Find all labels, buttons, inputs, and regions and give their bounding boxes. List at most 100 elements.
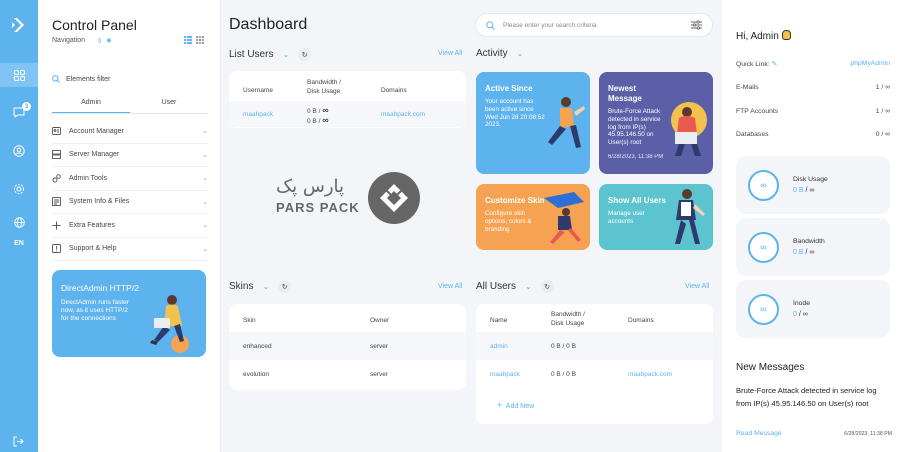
chevron-down-icon[interactable]: ⌄ xyxy=(525,282,532,291)
tab-admin[interactable]: Admin xyxy=(52,96,130,113)
message-text: Brute-Force Attack detected in service l… xyxy=(736,386,877,408)
tab-user[interactable]: User xyxy=(130,96,208,113)
card-title: Newest Message xyxy=(608,84,642,103)
table-row[interactable]: maahpack 0 B / ∞ 0 B / ∞ maahpack.com xyxy=(229,101,466,127)
parspack-logo-icon xyxy=(368,172,420,224)
user-name-link[interactable]: admin xyxy=(490,343,508,350)
person-with-laptop-illustration xyxy=(150,295,189,353)
column-header: Username xyxy=(243,86,273,94)
list-users-title: List Users xyxy=(229,49,274,60)
domain-link[interactable]: maahpack.com xyxy=(381,111,425,118)
watermark-latin-text: PARS PACK xyxy=(276,200,360,215)
language-label[interactable]: EN xyxy=(0,240,38,247)
table-header-row: Username Bandwidth / Disk Usage Domains xyxy=(229,79,466,100)
sidebar-item-support-help[interactable]: Support & Help ⌄ xyxy=(52,238,208,261)
directadmin-logo-icon[interactable] xyxy=(0,0,38,50)
skin-name: evolution xyxy=(243,370,270,378)
search-icon xyxy=(486,20,495,30)
plus-icon: + xyxy=(497,400,503,410)
activity-card-customize-skin[interactable]: Customize Skin Configure skin options, c… xyxy=(476,184,590,250)
edit-pencil-icon[interactable]: ✎ xyxy=(772,61,778,68)
add-new-user-button[interactable]: + Add New xyxy=(497,400,534,410)
databases-label: Databases xyxy=(736,131,769,138)
settings-gear-icon[interactable] xyxy=(0,177,38,201)
watermark-persian-text: پارس پک xyxy=(276,176,345,197)
chevron-down-icon: ⌄ xyxy=(202,175,208,183)
table-row[interactable]: admin 0 B / 0 B xyxy=(476,332,713,360)
skins-title: Skins xyxy=(229,281,254,292)
sidebar-item-server-manager[interactable]: Server Manager ⌄ xyxy=(52,144,208,167)
all-users-view-all[interactable]: View All xyxy=(685,283,709,290)
elements-filter[interactable]: Elements filter xyxy=(52,72,208,86)
activity-card-active-since[interactable]: Active Since Your account has been activ… xyxy=(476,72,590,174)
table-row[interactable]: enhanced server xyxy=(229,332,466,360)
card-title: Active Since xyxy=(485,84,533,93)
grid-view-icon[interactable] xyxy=(196,36,204,44)
ftp-value: 1 / ∞ xyxy=(875,108,890,115)
chevron-down-icon: ⌄ xyxy=(202,245,208,253)
card-text: Manage user accounts xyxy=(608,210,645,225)
chevron-down-icon[interactable]: ⌄ xyxy=(282,50,289,59)
sidebar-item-extra-features[interactable]: Extra Features ⌄ xyxy=(52,214,208,238)
page-title: Dashboard xyxy=(229,16,308,33)
emails-value: 1 / ∞ xyxy=(875,84,890,91)
list-view-icon[interactable] xyxy=(184,36,192,44)
search-icon xyxy=(52,75,60,83)
inode-stat: ∞ Inode 0 / ∞ xyxy=(736,280,890,338)
messages-count-badge: 3 xyxy=(22,102,31,111)
phpmyadmin-link[interactable]: phpMyAdmin xyxy=(850,60,890,68)
navigation-options-icon[interactable]: § ◉ xyxy=(98,37,112,44)
username-link[interactable]: maahpack xyxy=(243,111,273,118)
painting-person-illustration xyxy=(544,192,584,244)
logout-icon[interactable] xyxy=(13,436,24,449)
chevron-down-icon[interactable]: ⌄ xyxy=(262,282,269,291)
new-messages-title: New Messages xyxy=(736,362,805,373)
user-name-link[interactable]: maahpack xyxy=(490,371,520,378)
language-globe-icon[interactable] xyxy=(0,215,38,229)
card-date: 6/28/2023, 11:38 PM xyxy=(608,154,664,160)
user-icon[interactable] xyxy=(0,139,38,163)
messages-icon[interactable]: 3 xyxy=(0,100,38,124)
parspack-watermark: پارس پک PARS PACK xyxy=(276,168,426,228)
infinity-ring-icon: ∞ xyxy=(748,169,779,201)
chevron-down-icon[interactable]: ⌄ xyxy=(517,49,524,58)
sidebar-item-account-manager[interactable]: Account Manager ⌄ xyxy=(52,120,208,144)
table-row[interactable]: evolution server xyxy=(229,360,466,388)
refresh-icon[interactable]: ↻ xyxy=(540,280,554,293)
search-input[interactable]: Please enter your search criteria xyxy=(475,13,713,37)
stat-limit: ∞ xyxy=(802,311,808,318)
sidebar-tabs: Admin User xyxy=(52,96,208,114)
refresh-icon[interactable]: ↻ xyxy=(298,48,312,61)
skins-view-all[interactable]: View All xyxy=(438,283,462,290)
bandwidth-used: 0 B xyxy=(307,108,317,115)
ftp-label: FTP Accounts xyxy=(736,108,779,115)
skin-owner: server xyxy=(370,370,389,378)
chevron-down-icon: ⌄ xyxy=(202,198,208,206)
sidebar-item-system-info[interactable]: System Info & Files ⌄ xyxy=(52,191,208,214)
disk-usage-stat: ∞ Disk Usage 0 B / ∞ xyxy=(736,156,890,214)
stat-label: Inode xyxy=(793,300,811,307)
system-info-icon xyxy=(52,197,61,207)
refresh-icon[interactable]: ↻ xyxy=(278,280,292,293)
activity-card-show-all-users[interactable]: Show All Users Manage user accounts xyxy=(599,184,713,250)
read-message-link[interactable]: Read Message xyxy=(736,430,782,437)
list-users-view-all[interactable]: View All xyxy=(438,50,462,57)
account-card-icon xyxy=(52,127,61,136)
filter-sliders-icon[interactable] xyxy=(691,20,702,30)
http2-promo-card: DirectAdmin HTTP/2 DirectAdmin runs fast… xyxy=(52,270,206,357)
list-users-header: List Users ⌄ ↻ xyxy=(229,48,312,61)
help-icon xyxy=(52,244,61,254)
sidebar-item-admin-tools[interactable]: Admin Tools ⌄ xyxy=(52,167,208,191)
infinity-ring-icon: ∞ xyxy=(748,231,779,263)
stat-value: 0 B xyxy=(793,187,804,194)
skin-owner: server xyxy=(370,342,389,350)
person-with-laptop-illustration xyxy=(671,102,707,156)
dashboard-grid-icon[interactable] xyxy=(0,63,38,87)
activity-card-newest-message[interactable]: Newest Message Brute-Force Attack detect… xyxy=(599,72,713,174)
add-new-label: Add New xyxy=(505,403,535,410)
greeting-text: Hi, Admin xyxy=(736,31,779,42)
domain-link[interactable]: maahpack.com xyxy=(628,371,672,378)
table-row[interactable]: maahpack 0 B / 0 B maahpack.com xyxy=(476,360,713,388)
activity-title: Activity xyxy=(476,48,508,59)
card-text: Your account has been active since Wed J… xyxy=(485,98,545,129)
